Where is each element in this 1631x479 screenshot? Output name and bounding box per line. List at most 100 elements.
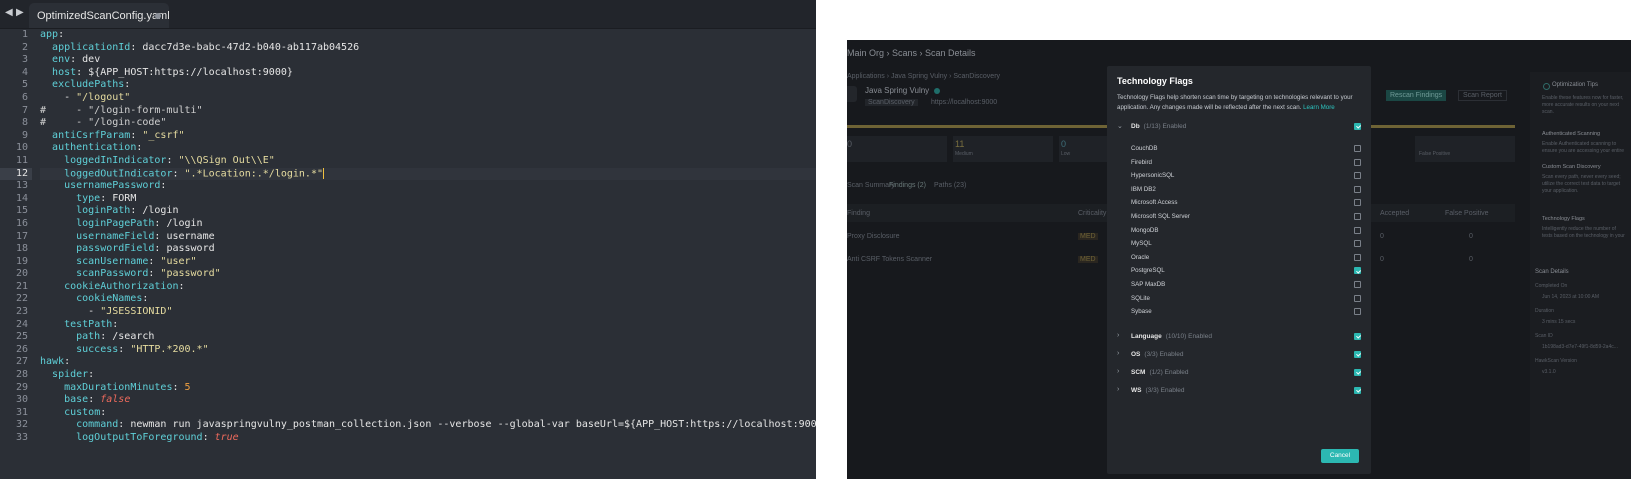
code-line[interactable]: loginPagePath: /login (40, 218, 816, 231)
group-checkbox[interactable] (1354, 369, 1361, 376)
code-line[interactable]: app: (40, 29, 816, 42)
code-area[interactable]: app: applicationId: dacc7d3e-babc-47d2-b… (40, 29, 816, 445)
cancel-button[interactable]: Cancel (1321, 449, 1359, 463)
tech-item-checkbox[interactable] (1354, 240, 1361, 248)
code-line[interactable]: loginPath: /login (40, 205, 816, 218)
tab-scan-summary[interactable]: Scan Summary (847, 182, 895, 189)
code-line[interactable]: base: false (40, 394, 816, 407)
chevron-down-icon[interactable]: ⌄ (1117, 122, 1123, 130)
tech-item-row[interactable]: IBM DB2 (1131, 185, 1361, 196)
code-line[interactable]: - "JSESSIONID" (40, 306, 816, 319)
code-line[interactable]: maxDurationMinutes: 5 (40, 382, 816, 395)
group-checkbox[interactable] (1354, 387, 1361, 394)
group-checkbox[interactable] (1354, 333, 1361, 340)
code-line[interactable]: usernameField: username (40, 231, 816, 244)
tech-item-row[interactable]: Microsoft Access (1131, 198, 1361, 209)
group-checkbox[interactable] (1354, 123, 1361, 130)
tech-item-checkbox[interactable] (1354, 185, 1361, 193)
tip-authenticated-scanning[interactable]: Authenticated Scanning (1542, 131, 1600, 137)
tech-item-row[interactable]: Oracle (1131, 253, 1361, 264)
tech-item-checkbox[interactable] (1354, 213, 1361, 220)
group-checkbox[interactable] (1354, 351, 1361, 358)
code-line[interactable]: custom: (40, 407, 816, 420)
code-line[interactable]: - "/logout" (40, 92, 816, 105)
learn-more-link[interactable]: Learn More (1303, 104, 1335, 111)
tech-item-checkbox[interactable] (1354, 281, 1361, 288)
finding-name[interactable]: Anti CSRF Tokens Scanner (847, 256, 932, 263)
code-line[interactable]: path: /search (40, 331, 816, 344)
tech-item-checkbox[interactable] (1354, 294, 1361, 302)
code-line[interactable]: testPath: (40, 319, 816, 332)
editor-tab[interactable]: OptimizedScanConfig.yaml (29, 3, 170, 28)
tech-item-checkbox[interactable] (1354, 172, 1361, 180)
code-line[interactable]: type: FORM (40, 193, 816, 206)
tip-custom-scan-discovery[interactable]: Custom Scan Discovery (1542, 164, 1601, 170)
code-line[interactable]: usernamePassword: (40, 180, 816, 193)
tech-item-checkbox[interactable] (1354, 267, 1361, 275)
code-line[interactable]: logOutputToForeground: true (40, 432, 816, 445)
rescan-findings-button[interactable]: Rescan Findings (1386, 90, 1447, 101)
sub-breadcrumb[interactable]: Applications › Java Spring Vulny › ScanD… (847, 73, 1000, 80)
scan-report-button[interactable]: Scan Report (1458, 90, 1507, 101)
tech-item-row[interactable]: HypersonicSQL (1131, 171, 1361, 182)
code-line[interactable]: cookieNames: (40, 293, 816, 306)
host-link[interactable]: https://localhost:9000 (931, 99, 997, 106)
chevron-right-icon[interactable]: › (1117, 386, 1119, 393)
tab-findings[interactable]: Findings (2) (889, 182, 926, 189)
tech-item-checkbox[interactable] (1354, 145, 1361, 152)
code-line[interactable]: loggedOutIndicator: ".*Location:.*/login… (40, 167, 816, 181)
tech-item-row[interactable]: Firebird (1131, 158, 1361, 169)
tech-item-row[interactable]: SQLite (1131, 294, 1361, 305)
code-token: : (112, 318, 119, 330)
code-line[interactable]: scanUsername: "user" (40, 256, 816, 269)
back-arrow-icon[interactable]: ◀ (5, 7, 13, 18)
tech-item-row[interactable]: CouchDB (1131, 144, 1361, 155)
forward-arrow-icon[interactable]: ▶ (16, 7, 24, 18)
tech-group-language[interactable]: › Language (10/10) Enabled (1117, 332, 1361, 343)
code-line[interactable]: cookieAuthorization: (40, 281, 816, 294)
line-number: 18 (15, 243, 28, 255)
tab-paths[interactable]: Paths (23) (934, 182, 966, 189)
tech-item-checkbox[interactable] (1354, 253, 1361, 261)
code-line[interactable]: passwordField: password (40, 243, 816, 256)
tech-item-row[interactable]: SAP MaxDB (1131, 280, 1361, 291)
tip-technology-flags[interactable]: Technology Flags (1542, 216, 1585, 222)
unsaved-dot-icon[interactable] (155, 13, 161, 19)
code-line[interactable]: hawk: (40, 356, 816, 369)
tech-item-row[interactable]: Sybase (1131, 307, 1361, 318)
chevron-right-icon[interactable]: › (1117, 368, 1119, 375)
app-name: Java Spring Vulny (865, 86, 930, 95)
tech-item-row[interactable]: Microsoft SQL Server (1131, 212, 1361, 223)
tech-group-scm[interactable]: › SCM (1/2) Enabled (1117, 368, 1361, 379)
code-line[interactable]: # - "/login-form-multi" (40, 105, 816, 118)
tech-item-row[interactable]: PostgreSQL (1131, 266, 1361, 277)
code-line[interactable]: applicationId: dacc7d3e-babc-47d2-b040-a… (40, 42, 816, 55)
tech-item-checkbox[interactable] (1354, 158, 1361, 166)
scan-id-value[interactable]: 1b198ad3-d7e7-49f1-8d59-2a4c... (1542, 344, 1618, 350)
tech-item-row[interactable]: MySQL (1131, 239, 1361, 250)
code-token: app (40, 29, 59, 40)
code-line[interactable]: # - "/login-code" (40, 117, 816, 130)
tech-group-os[interactable]: › OS (3/3) Enabled (1117, 350, 1361, 361)
code-line[interactable]: excludePaths: (40, 79, 816, 92)
code-line[interactable]: success: "HTTP.*200.*" (40, 344, 816, 357)
code-line[interactable]: host: ${APP_HOST:https://localhost:9000} (40, 67, 816, 80)
finding-name[interactable]: Proxy Disclosure (847, 233, 900, 240)
code-line[interactable]: spider: (40, 369, 816, 382)
code-line[interactable]: env: dev (40, 54, 816, 67)
tech-item-checkbox[interactable] (1354, 308, 1361, 316)
chevron-right-icon[interactable]: › (1117, 350, 1119, 357)
tech-group-ws[interactable]: › WS (3/3) Enabled (1117, 386, 1361, 397)
tech-item-checkbox[interactable] (1354, 226, 1361, 234)
chevron-right-icon[interactable]: › (1117, 332, 1119, 339)
code-line[interactable]: authentication: (40, 142, 816, 155)
tech-item-checkbox[interactable] (1354, 199, 1361, 207)
code-line[interactable]: command: newman run javaspringvulny_post… (40, 419, 816, 432)
code-line[interactable]: loggedInIndicator: "\\QSign Out\\E" (40, 155, 816, 168)
tech-group-db[interactable]: ⌄ Db (1/13) Enabled (1117, 122, 1361, 133)
breadcrumb[interactable]: Main Org › Scans › Scan Details (847, 48, 976, 58)
tech-item-row[interactable]: MongoDB (1131, 226, 1361, 237)
code-line[interactable]: scanPassword: "password" (40, 268, 816, 281)
code-line[interactable]: antiCsrfParam: "_csrf" (40, 130, 816, 143)
